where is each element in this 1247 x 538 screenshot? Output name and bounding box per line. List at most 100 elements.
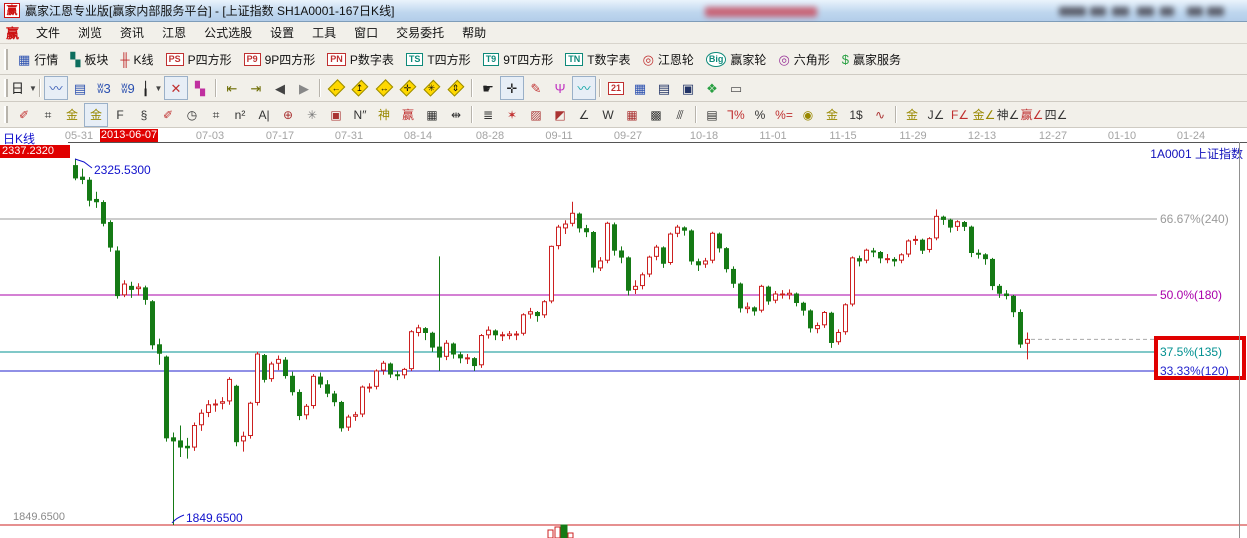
period-day-button-dropdown-icon[interactable]: ▼ <box>29 84 37 93</box>
gann-wheel-button[interactable]: ◎江恩轮 <box>637 47 700 71</box>
span-arrows-button[interactable]: ⇹ <box>444 103 468 127</box>
menu-item-5[interactable]: 公式选股 <box>195 23 261 43</box>
grid-123-button[interactable]: ▦ <box>420 103 444 127</box>
hexagon-button[interactable]: ◎六角形 <box>772 47 835 71</box>
dense-grid-button[interactable]: ▩ <box>644 103 668 127</box>
shen-angle-button[interactable]: 神∠ <box>996 103 1020 127</box>
notes-button[interactable]: ▤ <box>652 76 676 100</box>
calculator-button[interactable]: ▦ <box>628 76 652 100</box>
price-scale-button[interactable]: ≣ <box>476 103 500 127</box>
ray-fan-button[interactable]: ✶ <box>500 103 524 127</box>
gold-under-button[interactable]: 金 <box>900 103 924 127</box>
gold-line-button[interactable]: 金 <box>820 103 844 127</box>
dollar-pen-button[interactable]: 1$ <box>844 103 868 127</box>
prev-page-button[interactable]: ◀ <box>268 76 292 100</box>
menu-item-3[interactable]: 资讯 <box>111 23 153 43</box>
menu-item-7[interactable]: 工具 <box>303 23 345 43</box>
p-square-button[interactable]: PSP四方形 <box>160 47 238 71</box>
info-panel-button[interactable]: ▤ <box>68 76 92 100</box>
slant-lines-button[interactable]: ⫻ <box>668 103 692 127</box>
kline-button[interactable]: ╫K线 <box>114 47 159 71</box>
f-grid-button[interactable]: F <box>108 103 132 127</box>
gold-grid-button[interactable]: 金 <box>60 103 84 127</box>
grid-tool-button[interactable]: ⌗ <box>36 103 60 127</box>
j-angle-button[interactable]: J∠ <box>924 103 948 127</box>
sectors-button[interactable]: ▚板块 <box>64 47 114 71</box>
win-grid-button[interactable]: 赢 <box>396 103 420 127</box>
histogram-button[interactable]: ▚ <box>188 76 212 100</box>
t-number-button[interactable]: TNT数字表 <box>559 47 636 71</box>
winner-service-button[interactable]: $赢家服务 <box>836 47 907 71</box>
time-cycle-button[interactable]: ◷ <box>180 103 204 127</box>
menu-item-6[interactable]: 设置 <box>261 23 303 43</box>
compass-button[interactable]: ⊕ <box>276 103 300 127</box>
candlestick-plot[interactable] <box>0 142 1247 538</box>
save-button[interactable]: ▣ <box>676 76 700 100</box>
grid2-tool-button[interactable]: ⌗ <box>204 103 228 127</box>
ruler-panel-button[interactable]: ▤ <box>700 103 724 127</box>
gold-grid2-button[interactable]: 金 <box>84 103 108 127</box>
trend-line-button[interactable]: 〰 <box>44 76 68 100</box>
quotes-button[interactable]: ▦行情 <box>12 47 64 71</box>
calendar-button[interactable]: 21 <box>604 76 628 100</box>
n-square-button[interactable]: n² <box>228 103 252 127</box>
gann-width-button[interactable]: ↔ <box>372 76 396 100</box>
gann-up-button[interactable]: ↥ <box>348 76 372 100</box>
win-angle-button[interactable]: 赢∠ <box>1020 103 1044 127</box>
wave-a-button[interactable]: ∿ <box>868 103 892 127</box>
bars9-button[interactable]: ʬ9 <box>116 76 140 100</box>
gold-angle-button[interactable]: 金∠ <box>972 103 996 127</box>
first-page-button[interactable]: ⇤ <box>220 76 244 100</box>
angle-lines-button[interactable]: ∠ <box>572 103 596 127</box>
pattern-tool-button[interactable]: Ψ <box>548 76 572 100</box>
menu-item-4[interactable]: 江恩 <box>153 23 195 43</box>
next-page-button[interactable]: ▶ <box>292 76 316 100</box>
p-number-button[interactable]: PNP数字表 <box>321 47 400 71</box>
period-day-button[interactable]: 日▼ <box>12 76 36 100</box>
percent-line-button[interactable]: %= <box>772 103 796 127</box>
angle-a-button[interactable]: A| <box>252 103 276 127</box>
star-rays-button[interactable]: ✳ <box>300 103 324 127</box>
gold-circle-button[interactable]: ◉ <box>796 103 820 127</box>
menu-item-10[interactable]: 帮助 <box>453 23 495 43</box>
spiral-button[interactable]: § <box>132 103 156 127</box>
wave-tool-button[interactable]: 〰 <box>572 76 596 100</box>
gann-move-button[interactable]: ⇕ <box>444 76 468 100</box>
kline-chart-area[interactable]: 日K线 05-3107-0307-1707-3108-1408-2809-110… <box>0 128 1247 538</box>
square-target-button[interactable]: ▣ <box>324 103 348 127</box>
menu-item-9[interactable]: 交易委托 <box>387 23 453 43</box>
percent-button[interactable]: % <box>748 103 772 127</box>
winner-wheel-button[interactable]: Big赢家轮 <box>700 47 773 71</box>
crosshair-button[interactable]: ✛ <box>500 76 524 100</box>
draw-pen-button[interactable]: ✎ <box>524 76 548 100</box>
bars3-button[interactable]: ʬ3 <box>92 76 116 100</box>
wave-w-button[interactable]: W <box>596 103 620 127</box>
menu-item-8[interactable]: 窗口 <box>345 23 387 43</box>
shen-grid-button[interactable]: 神 <box>372 103 396 127</box>
four-angle-button[interactable]: 四∠ <box>1044 103 1068 127</box>
remote-button[interactable]: ▭ <box>724 76 748 100</box>
hatch-box-button[interactable]: ▨ <box>524 103 548 127</box>
pencil-tool-button[interactable]: ✐ <box>12 103 36 127</box>
gann-star-button[interactable]: ✳ <box>420 76 444 100</box>
t9-square-button[interactable]: T99T四方形 <box>477 47 560 71</box>
menu-item-2[interactable]: 浏览 <box>69 23 111 43</box>
last-page-button[interactable]: ⇥ <box>244 76 268 100</box>
corner-box-button[interactable]: ◩ <box>548 103 572 127</box>
menu-item-1[interactable]: 文件 <box>27 23 69 43</box>
f-angle-button[interactable]: F∠ <box>948 103 972 127</box>
pan-hand-button[interactable]: ☛ <box>476 76 500 100</box>
p9-square-button[interactable]: P99P四方形 <box>238 47 322 71</box>
gann-left-button[interactable]: ← <box>324 76 348 100</box>
red-grid-button[interactable]: ▦ <box>620 103 644 127</box>
gann-cross-button[interactable]: ✛ <box>396 76 420 100</box>
sketch-button[interactable]: ✕ <box>164 76 188 100</box>
candle-type-button-dropdown-icon[interactable]: ▼ <box>154 84 162 93</box>
t-square-button[interactable]: TST四方形 <box>400 47 477 71</box>
n-quote-button[interactable]: N″ <box>348 103 372 127</box>
candle-body <box>795 294 799 302</box>
network-button[interactable]: ❖ <box>700 76 724 100</box>
percent-angle-button[interactable]: ⅂% <box>724 103 748 127</box>
pencil2-tool-button[interactable]: ✐ <box>156 103 180 127</box>
candle-type-button[interactable]: ╽▼ <box>140 76 164 100</box>
